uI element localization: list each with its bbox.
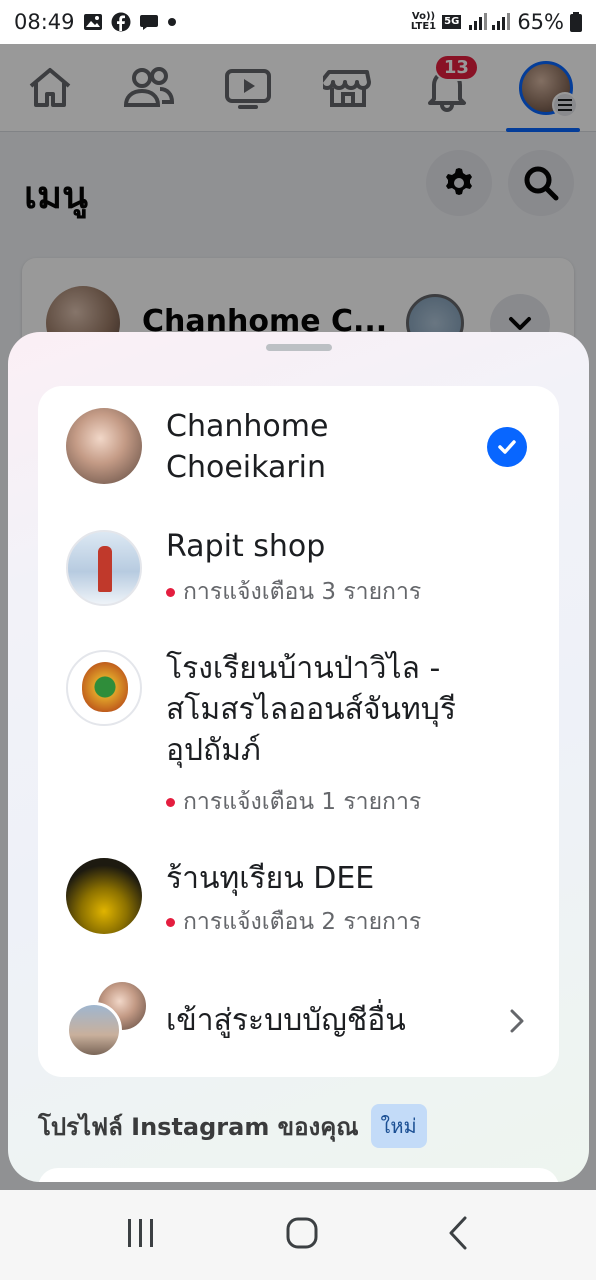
avatar	[66, 650, 142, 726]
battery-text: 65%	[517, 10, 564, 34]
account-item[interactable]: ร้านทุเรียน DEE การแจ้งเตือน 2 รายการ	[38, 834, 559, 966]
status-bar: 08:49 Vo)) LTE1 5G 65%	[0, 0, 596, 44]
clock: 08:49	[14, 10, 75, 34]
chevron-right-icon	[509, 1008, 525, 1038]
home-button[interactable]	[286, 1217, 318, 1253]
facebook-icon	[111, 12, 131, 32]
notification-count: การแจ้งเตือน 2 รายการ	[166, 904, 421, 940]
avatar	[66, 530, 142, 606]
gallery-icon	[83, 12, 103, 32]
back-icon	[449, 1216, 467, 1250]
back-button[interactable]	[447, 1215, 471, 1255]
avatar	[66, 858, 142, 934]
account-name: ร้านทุเรียน DEE	[166, 861, 375, 896]
login-other-account-button[interactable]: เข้าสู่ระบบบัญชีอื่น	[38, 966, 559, 1077]
account-name: Chanhome Choeikarin	[166, 409, 329, 485]
account-item[interactable]: Chanhome Choeikarin	[38, 386, 559, 502]
selected-check-icon	[487, 427, 527, 467]
unread-dot	[166, 917, 175, 927]
chat-icon	[139, 12, 159, 32]
login-other-label: เข้าสู่ระบบบัญชีอื่น	[166, 1003, 406, 1038]
instagram-card[interactable]	[38, 1168, 559, 1182]
drag-handle[interactable]	[266, 344, 332, 351]
unread-dot	[166, 587, 175, 597]
signal-icon	[467, 12, 511, 32]
instagram-label: โปรไฟล์ Instagram ของคุณ	[38, 1112, 359, 1141]
volte-indicator: Vo)) LTE1	[410, 11, 437, 32]
account-item[interactable]: โรงเรียนบ้านป่าวิไล - สโมสรไลออนส์จันทบุ…	[38, 626, 559, 834]
dot-icon	[167, 17, 177, 27]
avatar	[66, 408, 142, 484]
new-badge: ใหม่	[370, 1104, 427, 1148]
net-5g-indicator: 5G	[442, 15, 462, 29]
accounts-list: Chanhome Choeikarin Rapit shop การแจ้งเต…	[38, 386, 559, 1077]
notification-count: การแจ้งเตือน 1 รายการ	[166, 784, 421, 820]
account-item[interactable]: Rapit shop การแจ้งเตือน 3 รายการ	[38, 502, 559, 626]
unread-dot	[166, 797, 175, 807]
battery-icon	[570, 12, 582, 32]
account-switcher-sheet: Chanhome Choeikarin Rapit shop การแจ้งเต…	[8, 332, 589, 1182]
notification-count: การแจ้งเตือน 3 รายการ	[166, 574, 421, 610]
avatar	[66, 1002, 122, 1058]
account-name: โรงเรียนบ้านป่าวิไล - สโมสรไลออนส์จันทบุ…	[166, 651, 456, 768]
system-navigation-bar	[0, 1190, 596, 1280]
home-circle-icon	[286, 1217, 318, 1249]
instagram-section-header: โปรไฟล์ Instagram ของคุณ ใหม่	[38, 1104, 427, 1148]
stacked-avatars	[38, 976, 158, 1066]
recents-button[interactable]	[125, 1217, 157, 1253]
recents-icon	[127, 1219, 153, 1247]
account-name: Rapit shop	[166, 529, 326, 564]
